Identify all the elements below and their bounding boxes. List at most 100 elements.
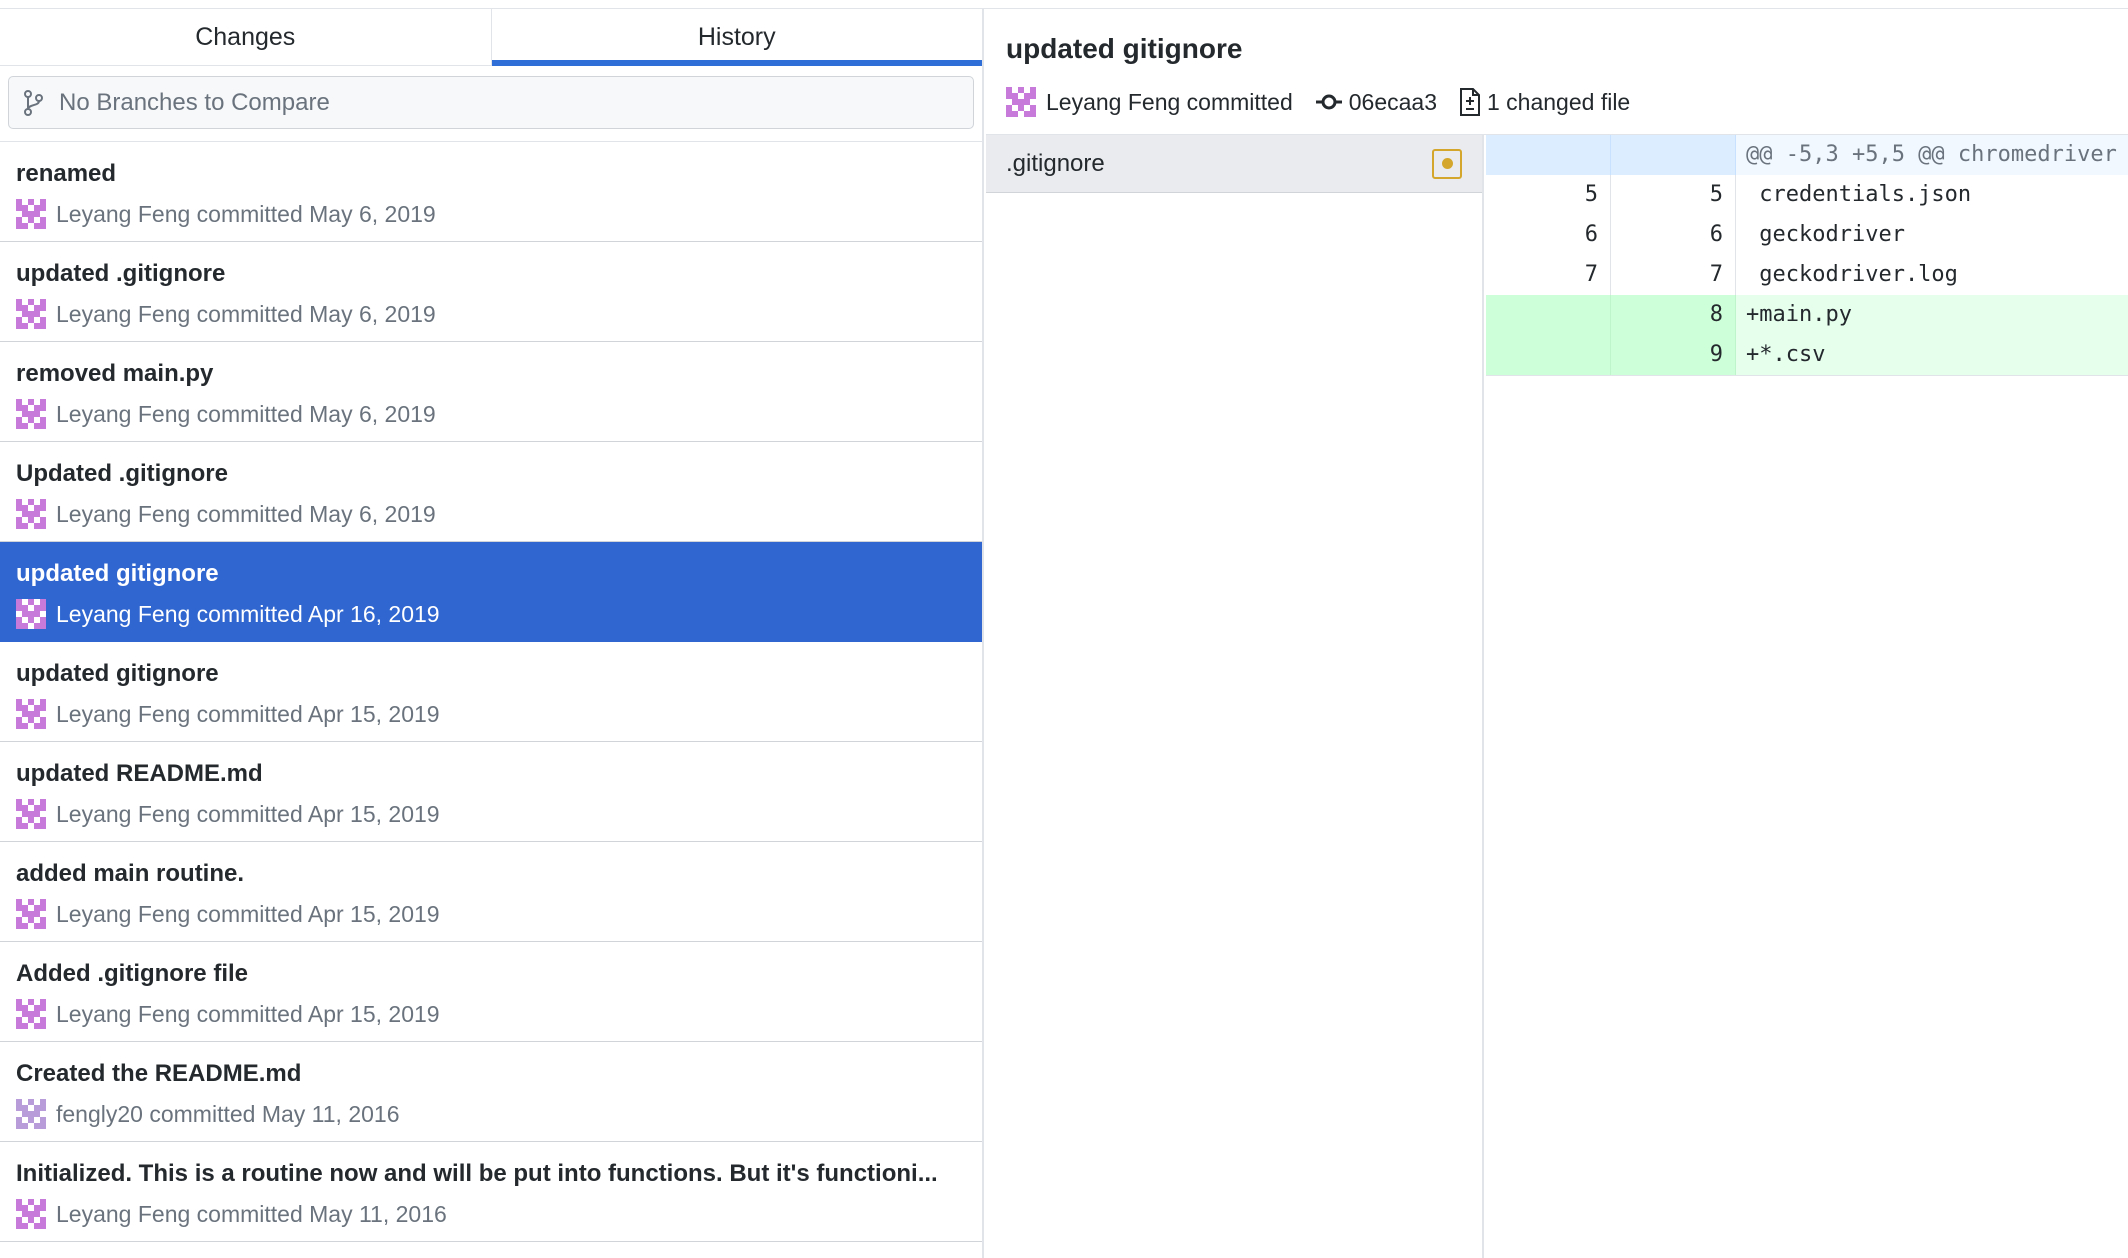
avatar bbox=[16, 999, 46, 1029]
commit-meta: Leyang Feng committed Apr 16, 2019 bbox=[16, 598, 966, 630]
commit-list-item[interactable]: updated gitignore Leyang Feng committed … bbox=[0, 642, 982, 742]
new-line-number: 8 bbox=[1611, 295, 1736, 335]
avatar-pixel bbox=[40, 1123, 46, 1129]
avatar bbox=[1006, 87, 1036, 117]
commit-author-date: Leyang Feng committed Apr 16, 2019 bbox=[56, 600, 440, 627]
commit-title: updated README.md bbox=[16, 760, 263, 787]
commit-meta: Leyang Feng committed May 6, 2019 bbox=[16, 498, 966, 530]
commit-list-item[interactable]: Added .gitignore file Leyang Feng commit… bbox=[0, 942, 982, 1042]
old-line-number bbox=[1486, 135, 1611, 175]
commit-author-date: Leyang Feng committed Apr 15, 2019 bbox=[56, 700, 440, 727]
diff-line-context: 7 7 geckodriver.log bbox=[1486, 255, 2128, 295]
avatar-pixel bbox=[40, 723, 46, 729]
old-line-number bbox=[1486, 295, 1611, 335]
commit-author-date: Leyang Feng committed May 6, 2019 bbox=[56, 400, 436, 427]
avatar bbox=[16, 399, 46, 429]
compare-branch-input[interactable]: No Branches to Compare bbox=[8, 76, 974, 129]
diff-hunk-header: @@ -5,3 +5,5 @@ chromedriver bbox=[1486, 135, 2128, 175]
tab-history[interactable]: History bbox=[490, 9, 983, 66]
commit-title: Added .gitignore file bbox=[16, 960, 248, 987]
commit-title: renamed bbox=[16, 160, 117, 187]
new-line-number: 7 bbox=[1611, 255, 1736, 295]
changed-file-list: .gitignore bbox=[986, 135, 1484, 1258]
avatar-pixel bbox=[40, 823, 46, 829]
avatar bbox=[16, 1199, 46, 1229]
changed-files-count: 1 changed file bbox=[1487, 88, 1631, 115]
tab-changes[interactable]: Changes bbox=[0, 9, 491, 65]
diff-view: @@ -5,3 +5,5 @@ chromedriver 5 5 credent… bbox=[1486, 135, 2128, 1258]
commit-title: Updated .gitignore bbox=[16, 460, 228, 487]
old-line-number: 6 bbox=[1486, 215, 1611, 255]
git-commit-icon bbox=[1315, 94, 1342, 110]
diff-line-text: credentials.json bbox=[1746, 182, 1972, 207]
commit-meta: Leyang Feng committed May 6, 2019 bbox=[16, 398, 966, 430]
commit-sha[interactable]: 06ecaa3 bbox=[1349, 89, 1437, 116]
diff-end bbox=[1486, 375, 2128, 376]
commit-list-item[interactable]: updated README.md Leyang Feng committed … bbox=[0, 742, 982, 842]
commit-title: updated .gitignore bbox=[16, 260, 226, 287]
history-sidebar: Changes History No Branches to Compare r… bbox=[0, 9, 984, 1258]
old-line-number: 5 bbox=[1486, 175, 1611, 215]
commit-detail-pane: updated gitignore Leyang Feng committed … bbox=[986, 9, 2128, 1258]
commit-list-item-selected[interactable]: updated gitignore Leyang Feng committed … bbox=[0, 542, 982, 642]
commit-title: added main routine. bbox=[16, 860, 245, 887]
commit-meta: Leyang Feng committed May 6, 2019 bbox=[16, 298, 966, 330]
compare-placeholder: No Branches to Compare bbox=[59, 88, 330, 116]
commit-list-item[interactable]: Created the README.md fengly20 committed… bbox=[0, 1042, 982, 1142]
file-list-item[interactable]: .gitignore bbox=[986, 135, 1482, 193]
avatar-pixel bbox=[40, 1223, 46, 1229]
old-line-number bbox=[1486, 335, 1611, 375]
commit-author-date: Leyang Feng committed May 6, 2019 bbox=[56, 500, 436, 527]
avatar-pixel bbox=[40, 623, 46, 629]
new-line-number: 6 bbox=[1611, 215, 1736, 255]
diff-line-text: +main.py bbox=[1746, 302, 1852, 327]
avatar bbox=[16, 299, 46, 329]
diff-line-context: 6 6 geckodriver bbox=[1486, 215, 2128, 255]
avatar bbox=[16, 599, 46, 629]
commit-meta: Leyang Feng committed May 11, 2016 bbox=[16, 1198, 966, 1230]
file-diff-icon bbox=[1460, 88, 1480, 116]
commit-list-item[interactable]: updated .gitignore Leyang Feng committed… bbox=[0, 242, 982, 342]
diff-line-added: 8 +main.py bbox=[1486, 295, 2128, 335]
commit-author-date: Leyang Feng committed Apr 15, 2019 bbox=[56, 900, 440, 927]
avatar bbox=[16, 699, 46, 729]
new-line-number bbox=[1611, 135, 1736, 175]
avatar bbox=[16, 799, 46, 829]
commit-list-item[interactable]: added main routine. Leyang Feng committe… bbox=[0, 842, 982, 942]
avatar bbox=[16, 499, 46, 529]
diff-line-context: 5 5 credentials.json bbox=[1486, 175, 2128, 215]
commit-title: Created the README.md bbox=[16, 1060, 302, 1087]
commit-author-date: Leyang Feng committed Apr 15, 2019 bbox=[56, 1000, 440, 1027]
avatar-pixel bbox=[40, 1023, 46, 1029]
commit-summary-meta: Leyang Feng committed 06ecaa3 1 changed … bbox=[1006, 85, 2108, 119]
commit-meta: Leyang Feng committed Apr 15, 2019 bbox=[16, 698, 966, 730]
avatar-pixel bbox=[40, 523, 46, 529]
commit-author-date: fengly20 committed May 11, 2016 bbox=[56, 1100, 400, 1127]
diff-line-added: 9 +*.csv bbox=[1486, 335, 2128, 375]
commit-list-item[interactable]: renamed Leyang Feng committed May 6, 201… bbox=[0, 142, 982, 242]
avatar-pixel bbox=[1030, 111, 1036, 117]
commit-author-date: Leyang Feng committed May 11, 2016 bbox=[56, 1200, 447, 1227]
commit-meta: Leyang Feng committed Apr 15, 2019 bbox=[16, 898, 966, 930]
commit-title: Initialized. This is a routine now and w… bbox=[16, 1160, 938, 1187]
commit-summary: updated gitignore Leyang Feng committed … bbox=[986, 9, 2128, 135]
modified-status-icon bbox=[1432, 148, 1462, 179]
avatar-pixel bbox=[40, 423, 46, 429]
commit-list: renamed Leyang Feng committed May 6, 201… bbox=[0, 142, 982, 1242]
commit-meta: fengly20 committed May 11, 2016 bbox=[16, 1098, 966, 1130]
commit-list-item[interactable]: Updated .gitignore Leyang Feng committed… bbox=[0, 442, 982, 542]
new-line-number: 5 bbox=[1611, 175, 1736, 215]
compare-bar: No Branches to Compare bbox=[0, 66, 982, 142]
avatar bbox=[16, 1099, 46, 1129]
commit-title: removed main.py bbox=[16, 360, 214, 387]
file-name: .gitignore bbox=[1006, 149, 1105, 177]
commit-author-date: Leyang Feng committed Apr 15, 2019 bbox=[56, 800, 440, 827]
commit-summary-title: updated gitignore bbox=[1006, 33, 1243, 64]
commit-meta: Leyang Feng committed May 6, 2019 bbox=[16, 198, 966, 230]
commit-list-item[interactable]: Initialized. This is a routine now and w… bbox=[0, 1142, 982, 1242]
avatar bbox=[16, 199, 46, 229]
avatar-pixel bbox=[40, 223, 46, 229]
avatar bbox=[16, 899, 46, 929]
commit-title: updated gitignore bbox=[16, 560, 219, 587]
commit-list-item[interactable]: removed main.py Leyang Feng committed Ma… bbox=[0, 342, 982, 442]
